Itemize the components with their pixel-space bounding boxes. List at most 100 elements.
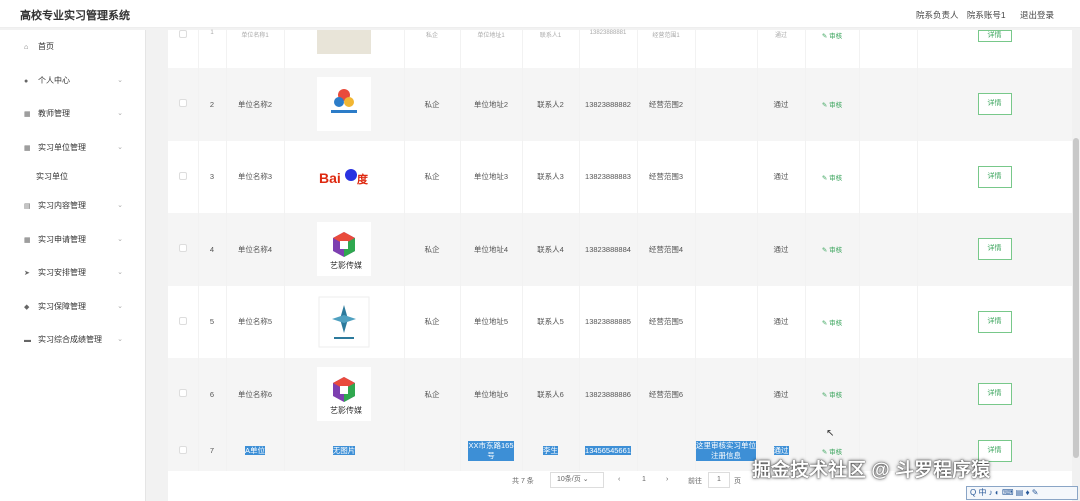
user-role: 院系负责人 (915, 10, 959, 20)
sidebar-item-label: 首页 (38, 42, 54, 51)
page-scrollbar[interactable] (1072, 30, 1080, 501)
contact-person: 联系人2 (522, 68, 580, 141)
sidebar-item-label: 实习保障管理 (38, 301, 86, 311)
page-size-select[interactable]: 10条/页 ⌄ (550, 472, 604, 488)
unit-name: 单位名称1 (226, 30, 285, 68)
chevron-down-icon: ⌄ (117, 269, 123, 276)
next-page-button[interactable]: › (666, 476, 668, 483)
sidebar-item[interactable]: ▦ 实习单位管理 ⌄ (0, 131, 145, 165)
main-content: 1 单位名称1 私企 单位地址1 联系人1 13823888881 经营范围1 通过 ✎ 审核详… (148, 30, 1080, 501)
business-scope: 经营范围4 (637, 213, 696, 286)
audit-button[interactable]: ✎ 审核 (822, 247, 842, 254)
unit-address: 单位地址2 (460, 68, 523, 141)
contact-person: 联系人4 (522, 213, 580, 286)
page-unit-label: 页 (734, 478, 741, 485)
row-checkbox[interactable] (178, 171, 187, 180)
detail-button[interactable]: 详情 (977, 238, 1012, 261)
unit-type: 私企 (404, 140, 461, 213)
audit-status: 通过 (757, 358, 806, 431)
sidebar-item[interactable]: ▦ 实习申请管理 ⌄ (0, 223, 145, 257)
goto-page-input[interactable]: 1 (708, 472, 730, 488)
prev-page-button[interactable]: ‹ (618, 476, 620, 483)
detail-button[interactable]: 详情 (977, 165, 1012, 188)
detail-button[interactable]: 详情 (977, 30, 1012, 42)
contact-phone: 13823888883 (579, 140, 638, 213)
business-scope: 经营范围3 (637, 140, 696, 213)
audit-button[interactable]: ✎ 审核 (822, 320, 842, 327)
watermark: 掘金技术社区 @ 斗罗程序猿 (752, 460, 991, 481)
sidebar: ⌂ 首页 ● 个人中心 ⌄ ▦ 教师管理 ⌄ ▦ 实习单位管理 ⌄ 实习单位 ▤ 实习内容管理 ⌄ ▦ 实习… (0, 30, 146, 501)
audit-button[interactable]: ✎ 审核 (822, 102, 842, 109)
row-checkbox[interactable] (178, 99, 187, 108)
sidebar-item[interactable]: ◆ 实习保障管理 ⌄ (0, 290, 145, 324)
svg-text:度: 度 (357, 172, 369, 186)
row-index: 3 (198, 140, 227, 213)
svg-text:Bai: Bai (319, 170, 341, 186)
user-account: 院系账号1 (966, 10, 1006, 20)
sidebar-item-label: 实习单位管理 (38, 142, 86, 152)
audit-button[interactable]: ✎ 审核 (822, 33, 842, 40)
no-image-label: 无图片 (332, 446, 356, 455)
sidebar-item[interactable]: ▬ 实习综合成绩管理 ⌄ (0, 323, 145, 357)
unit-logo: 艺影传媒 (317, 222, 371, 277)
sidebar-item[interactable]: ▦ 教师管理 ⌄ (0, 97, 145, 131)
logout-button[interactable]: 退出登录 (1020, 10, 1054, 20)
business-scope: 经营范围5 (637, 285, 696, 358)
row-checkbox[interactable] (178, 316, 187, 325)
detail-button[interactable]: 详情 (977, 93, 1012, 116)
audit-button[interactable]: ✎ 审核 (822, 392, 842, 399)
ime-toolbar[interactable]: Q 中 ♪ ◐ ⌨ ▤ ♦ ✎ (966, 486, 1078, 500)
home-icon: ⌂ (24, 44, 29, 51)
sidebar-item[interactable]: ⌂ 首页 (0, 30, 145, 64)
unit-type: 私企 (404, 68, 461, 141)
sidebar-item[interactable]: ▤ 实习内容管理 ⌄ (0, 189, 145, 223)
sidebar-item-label: 实习综合成绩管理 (38, 335, 102, 344)
row-checkbox[interactable] (178, 389, 187, 398)
chevron-down-icon: ⌄ (117, 336, 123, 343)
contact-phone: 13823888885 (579, 285, 638, 358)
unit-address: 单位地址1 (460, 30, 523, 68)
chevron-down-icon: ⌄ (117, 110, 123, 117)
unit-name: A单位 (244, 446, 265, 455)
sidebar-item-label: 实习申请管理 (38, 234, 86, 244)
chevron-down-icon: ⌄ (117, 76, 123, 84)
scrollbar-thumb[interactable] (1073, 138, 1079, 458)
shield-icon: ◆ (24, 303, 30, 311)
unit-type (404, 430, 461, 471)
audit-note (695, 140, 758, 213)
row-checkbox[interactable] (178, 244, 187, 253)
table-row[interactable]: 5 单位名称5 私企 单位地址5 联系人5 13823888885 经营范围5 通过 ✎ 审核 详… (168, 285, 1073, 358)
row-index: 6 (198, 358, 227, 431)
table-row[interactable]: 3 单位名称3 Bai 度 私企 单位地址3 联系人3 13823888883 经营范围3 通过 ✎… (168, 140, 1073, 213)
current-page[interactable]: 1 (642, 476, 646, 483)
detail-button[interactable]: 详情 (977, 310, 1012, 333)
unit-name: 单位名称2 (226, 68, 285, 141)
chevron-down-icon: ⌄ (582, 476, 589, 483)
audit-status: 通过 (757, 285, 806, 358)
unit-name: 单位名称4 (226, 213, 285, 286)
row-index: 2 (198, 68, 227, 141)
contact-person: 联系人6 (522, 358, 580, 431)
table-row[interactable]: 6 单位名称6 艺影传媒 私企 单位地址6 联系人6 13823888886 经营范围6 通过 ✎… (168, 358, 1073, 431)
unit-name: 单位名称6 (226, 358, 285, 431)
sidebar-subitem-internship-unit[interactable]: 实习单位 (0, 164, 145, 189)
grid-icon: ▦ (24, 144, 31, 152)
business-scope (637, 430, 696, 471)
sidebar-item[interactable]: ➤ 实习安排管理 ⌄ (0, 256, 145, 290)
unit-address: XX市东路165号 (468, 440, 514, 461)
row-checkbox[interactable] (178, 30, 187, 38)
detail-button[interactable]: 详情 (977, 383, 1012, 406)
contact-phone: 13456545661 (585, 446, 631, 455)
row-checkbox[interactable] (178, 445, 187, 454)
table-row[interactable]: 4 单位名称4 艺影传媒 私企 单位地址4 联系人4 13823888884 经营范围4 通过 ✎… (168, 213, 1073, 286)
contact-phone: 13823888881 (579, 30, 638, 68)
audit-button[interactable]: ✎ 审核 (822, 175, 842, 182)
audit-note: 这里审核实习单位注册信息 (696, 440, 756, 461)
chevron-down-icon: ⌄ (117, 143, 123, 151)
audit-note (695, 358, 758, 431)
total-count: 共 7 条 (512, 478, 534, 485)
table-row[interactable]: 2 单位名称2 私企 单位地址2 联系人2 13823888882 经营范围2 通过 ✎ 审核 详… (168, 68, 1073, 141)
sidebar-item[interactable]: ● 个人中心 ⌄ (0, 64, 145, 98)
row-index: 7 (198, 430, 227, 471)
table-row[interactable]: 1 单位名称1 私企 单位地址1 联系人1 13823888881 经营范围1 通过 ✎ 审核 详… (168, 30, 1073, 68)
